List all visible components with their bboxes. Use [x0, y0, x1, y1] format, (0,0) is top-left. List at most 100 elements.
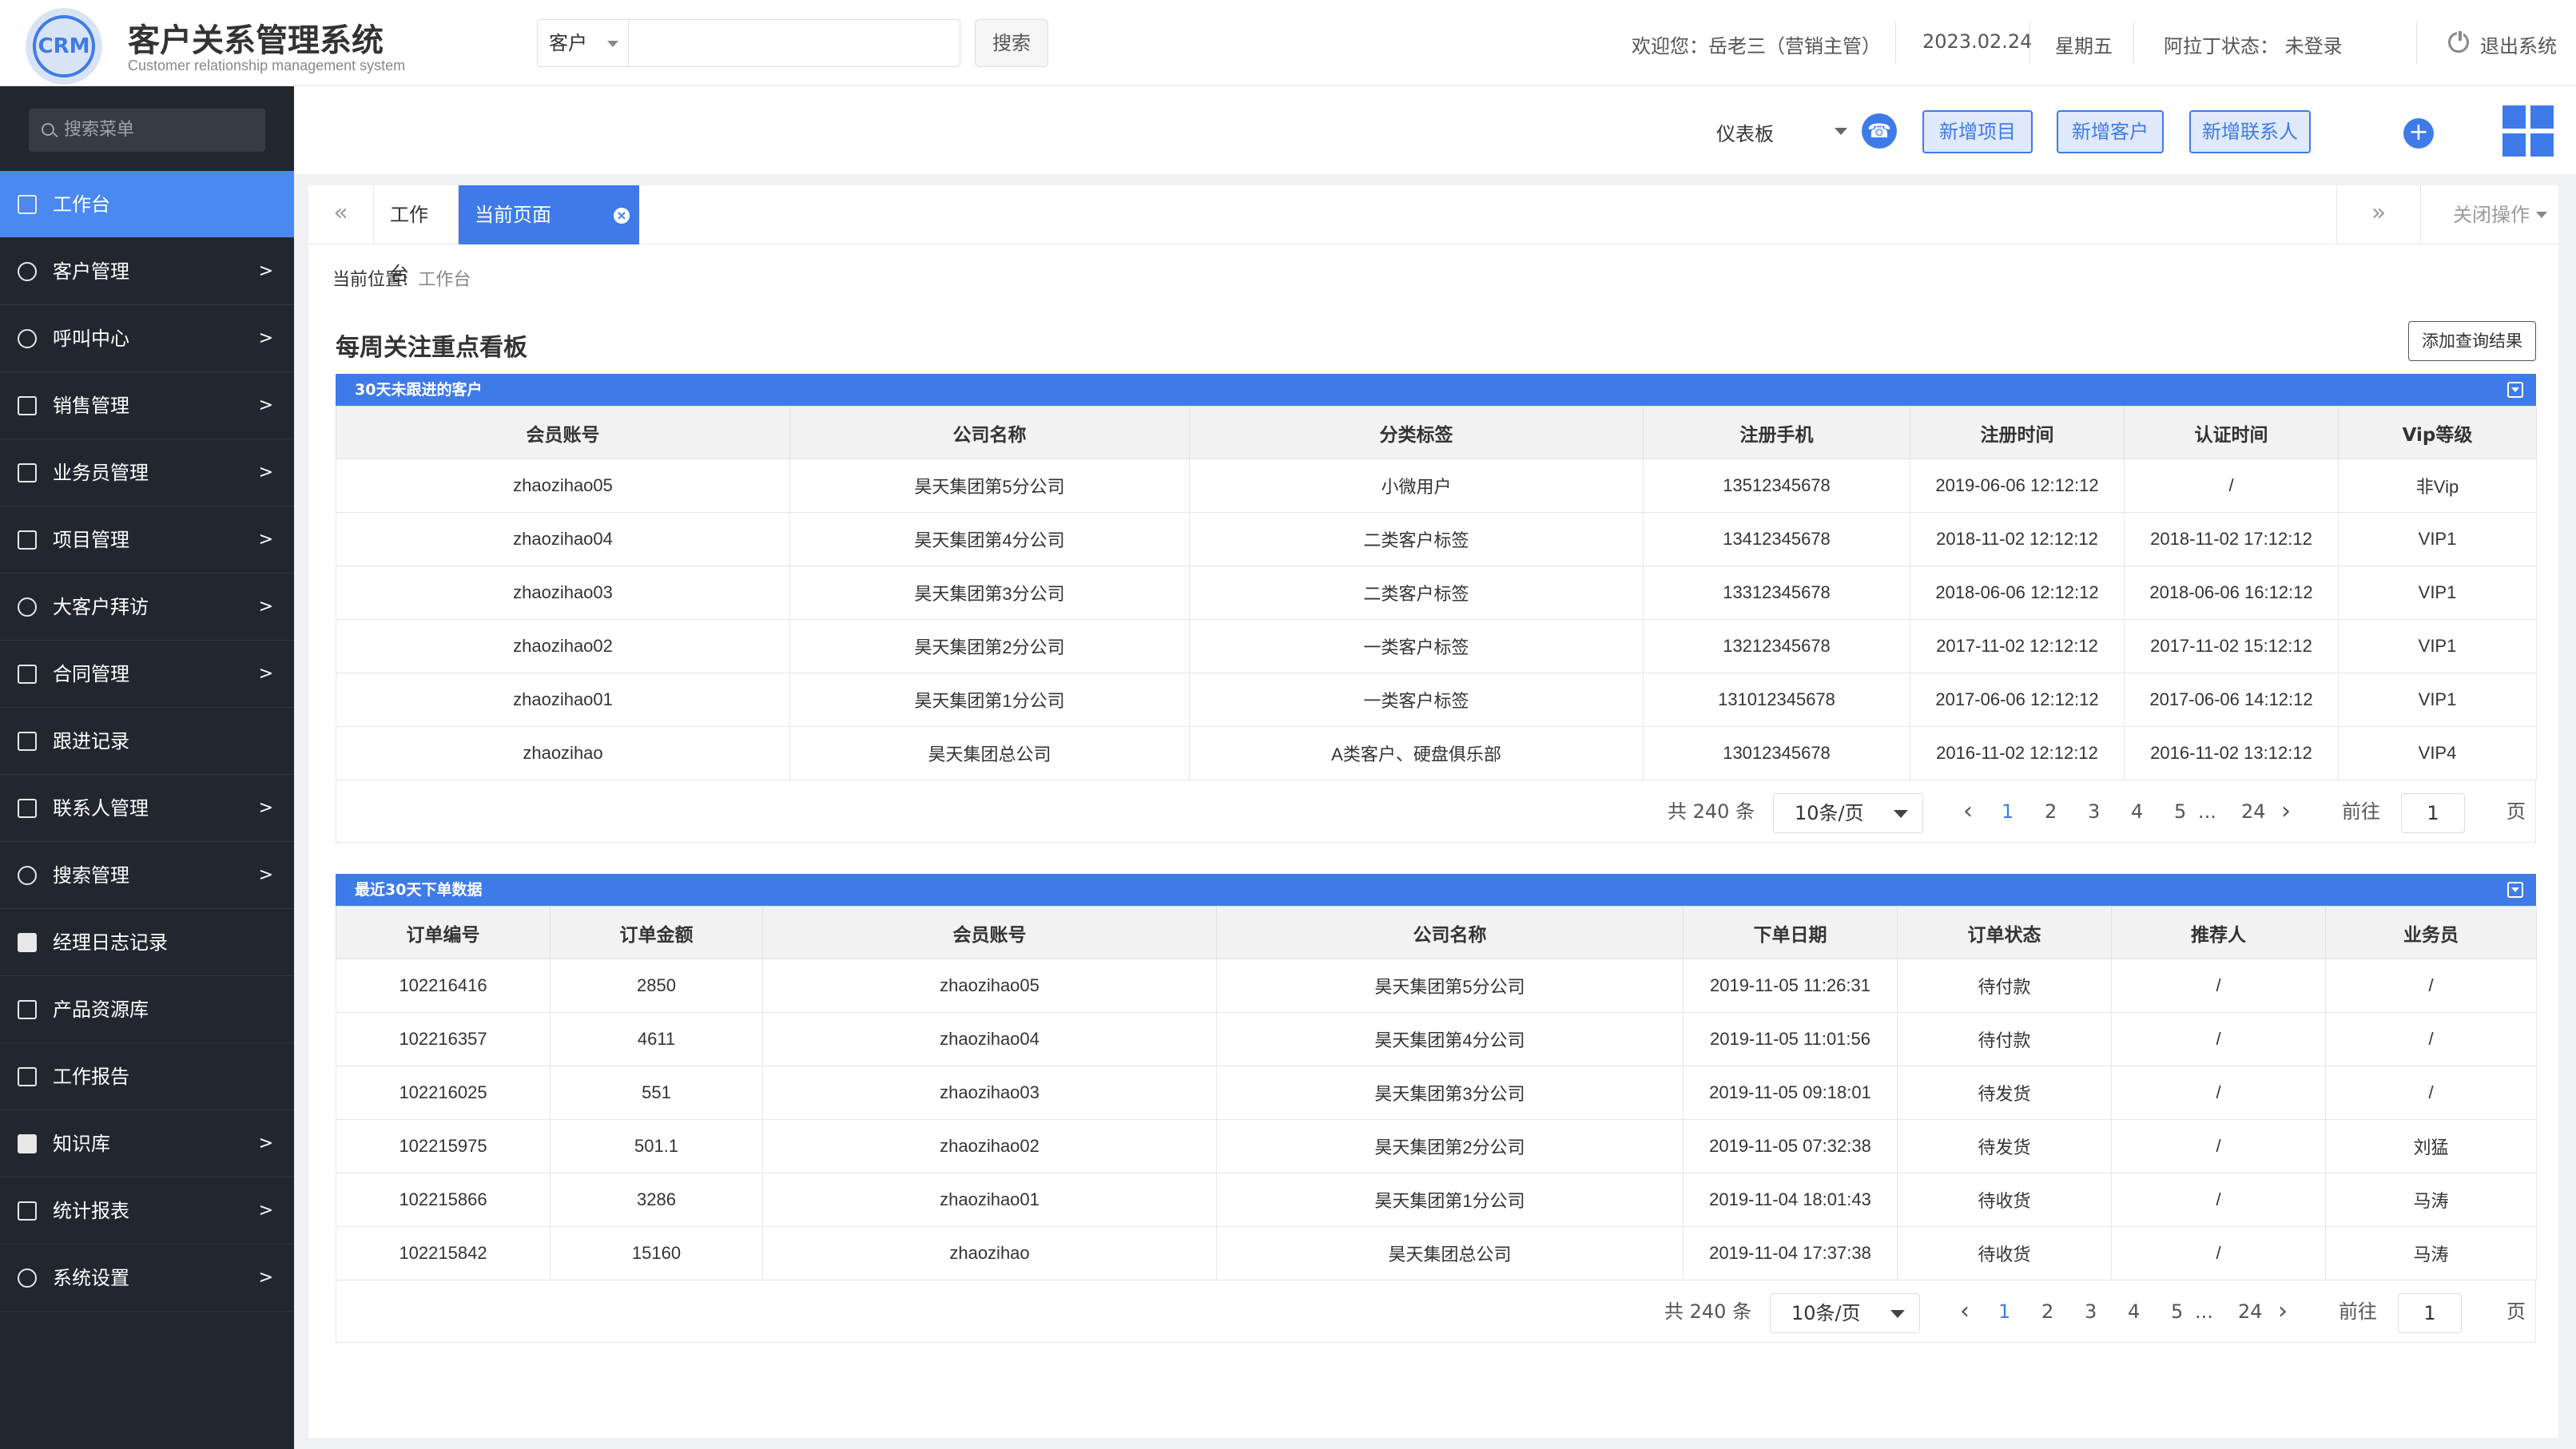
page-ellipsis[interactable]: ...	[2198, 780, 2216, 843]
caret-down-icon[interactable]	[1835, 128, 1847, 135]
column-header[interactable]: 分类标签	[1189, 406, 1644, 459]
dashboard-dropdown[interactable]: 仪表板	[1716, 118, 1774, 146]
header-search-input[interactable]	[628, 19, 960, 67]
add-contact-button[interactable]: 新增联系人	[2189, 110, 2311, 153]
column-header[interactable]: 订单状态	[1897, 906, 2112, 959]
sidebar-item-knowledge[interactable]: 知识库 >	[0, 1110, 294, 1177]
menu-search-placeholder: 搜索菜单	[64, 120, 135, 140]
table-cell: 马涛	[2325, 1226, 2537, 1280]
page-number[interactable]: 1	[2002, 780, 2013, 843]
column-header[interactable]: 会员账号	[762, 906, 1217, 959]
table-row[interactable]: 102216025 551 zhaozihao03 昊天集团第3分公司 2019-11-…	[336, 1066, 2537, 1120]
menu-search-input[interactable]: 搜索菜单	[29, 109, 265, 152]
sidebar-item-label: 销售管理	[53, 395, 129, 417]
page-number[interactable]: 24	[2238, 1280, 2263, 1343]
collapse-icon[interactable]	[2507, 882, 2523, 898]
column-header[interactable]: 订单编号	[336, 906, 551, 959]
sidebar-item-followup[interactable]: 跟进记录	[0, 708, 294, 775]
add-query-result-button[interactable]: 添加查询结果	[2408, 321, 2536, 361]
table-row[interactable]: zhaozihao04 昊天集团第4分公司 二类客户标签 13412345678 201…	[336, 512, 2537, 566]
column-header[interactable]: 公司名称	[1216, 906, 1684, 959]
page-number[interactable]: 24	[2241, 780, 2266, 843]
table-cell: 一类客户标签	[1189, 619, 1644, 673]
next-page-icon[interactable]: ›	[2281, 780, 2291, 843]
folder-icon	[18, 530, 37, 550]
sidebar-item-products[interactable]: 产品资源库	[0, 976, 294, 1043]
table-row[interactable]: zhaozihao03 昊天集团第3分公司 二类客户标签 13312345678 201…	[336, 566, 2537, 620]
prev-page-icon[interactable]: ‹	[1960, 1280, 1970, 1343]
column-header[interactable]: Vip等级	[2338, 406, 2537, 459]
apps-grid-icon[interactable]	[2502, 105, 2554, 157]
close-operations-dropdown[interactable]: 关闭操作	[2421, 185, 2558, 244]
sidebar-item-projects[interactable]: 项目管理 >	[0, 506, 294, 574]
column-header[interactable]: 公司名称	[789, 406, 1190, 459]
phone-icon[interactable]: ☎	[1862, 113, 1897, 149]
sidebar-item-sales[interactable]: 销售管理 >	[0, 372, 294, 439]
sidebar-item-label: 呼叫中心	[53, 328, 129, 350]
table-row[interactable]: 102216357 4611 zhaozihao04 昊天集团第4分公司 2019-11…	[336, 1012, 2537, 1066]
power-icon[interactable]	[2448, 30, 2469, 53]
sidebar-item-key-accounts[interactable]: 大客户拜访 >	[0, 574, 294, 641]
column-header[interactable]: 会员账号	[336, 406, 790, 459]
add-customer-button[interactable]: 新增客户	[2057, 110, 2164, 153]
page-number[interactable]: 4	[2128, 1280, 2140, 1343]
sidebar-item-workbench[interactable]: 工作台	[0, 171, 294, 238]
column-header[interactable]: 推荐人	[2111, 906, 2326, 959]
sidebar-item-manager-log[interactable]: 经理日志记录	[0, 909, 294, 976]
column-header[interactable]: 订单金额	[550, 906, 763, 959]
column-header[interactable]: 下单日期	[1683, 906, 1898, 959]
table-row[interactable]: zhaozihao02 昊天集团第2分公司 一类客户标签 13212345678 201…	[336, 619, 2537, 673]
next-page-icon[interactable]: ›	[2278, 1280, 2288, 1343]
tabs-scroll-left-icon[interactable]: «	[308, 185, 374, 244]
tab-workbench[interactable]: 工作台	[374, 185, 459, 285]
table-row[interactable]: zhaozihao01 昊天集团第1分公司 一类客户标签 131012345678 20…	[336, 673, 2537, 727]
page-size-select[interactable]: 10条/页	[1773, 793, 1923, 833]
page-number[interactable]: 2	[2041, 1280, 2053, 1343]
goto-page-input[interactable]: 1	[2401, 793, 2465, 833]
plus-icon[interactable]: +	[2403, 118, 2434, 149]
page-number[interactable]: 2	[2045, 780, 2057, 843]
page-size-select[interactable]: 10条/页	[1770, 1293, 1920, 1333]
collapse-icon[interactable]	[2507, 382, 2523, 398]
table-row[interactable]: 102215866 3286 zhaozihao01 昊天集团第1分公司 2019-11…	[336, 1173, 2537, 1227]
header-search-button[interactable]: 搜索	[975, 19, 1048, 67]
logout-link[interactable]: 退出系统	[2480, 30, 2557, 58]
chevron-right-icon: >	[258, 1133, 273, 1153]
sidebar-item-contacts[interactable]: 联系人管理 >	[0, 775, 294, 842]
close-icon[interactable]: ×	[614, 208, 630, 224]
page-ellipsis[interactable]: ...	[2195, 1280, 2213, 1343]
page-number[interactable]: 5	[2171, 1280, 2183, 1343]
column-header[interactable]: 注册时间	[1910, 406, 2125, 459]
table-row[interactable]: zhaozihao05 昊天集团第5分公司 小微用户 13512345678 2019-…	[336, 459, 2537, 513]
breadcrumb-current[interactable]: 工作台	[418, 270, 471, 290]
table-row[interactable]: 102215975 501.1 zhaozihao02 昊天集团第2分公司 2019-1…	[336, 1119, 2537, 1173]
search-type-select[interactable]: 客户	[537, 19, 628, 67]
column-header[interactable]: 注册手机	[1643, 406, 1910, 459]
sidebar-item-label: 工作台	[53, 193, 110, 216]
table-row[interactable]: 102215842 15160 zhaozihao 昊天集团总公司 2019-11-04…	[336, 1226, 2537, 1280]
table-row[interactable]: zhaozihao 昊天集团总公司 A类客户、硬盘俱乐部 13012345678 201…	[336, 726, 2537, 780]
table-cell: 昊天集团第5分公司	[1216, 959, 1684, 1013]
sidebar-item-settings[interactable]: 系统设置 >	[0, 1245, 294, 1312]
chevron-right-icon: >	[258, 462, 273, 482]
sidebar-item-search[interactable]: 搜索管理 >	[0, 842, 294, 909]
sidebar-item-customers[interactable]: 客户管理 >	[0, 238, 294, 305]
column-header[interactable]: 业务员	[2325, 906, 2537, 959]
column-header[interactable]: 认证时间	[2124, 406, 2339, 459]
prev-page-icon[interactable]: ‹	[1963, 780, 1973, 843]
page-number[interactable]: 5	[2174, 780, 2186, 843]
tab-current-page[interactable]: 当前页面 ×	[459, 185, 639, 244]
table-row[interactable]: 102216416 2850 zhaozihao05 昊天集团第5分公司 2019-11…	[336, 959, 2537, 1013]
sidebar-item-call-center[interactable]: 呼叫中心 >	[0, 305, 294, 372]
sidebar-item-salesperson[interactable]: 业务员管理 >	[0, 439, 294, 506]
page-number[interactable]: 3	[2085, 1280, 2097, 1343]
tabs-scroll-right-icon[interactable]: »	[2336, 185, 2421, 244]
page-number[interactable]: 4	[2131, 780, 2143, 843]
goto-page-input[interactable]: 1	[2398, 1293, 2462, 1333]
sidebar-item-statistics[interactable]: 统计报表 >	[0, 1177, 294, 1245]
page-number[interactable]: 1	[1998, 1280, 2010, 1343]
page-number[interactable]: 3	[2088, 780, 2100, 843]
sidebar-item-contracts[interactable]: 合同管理 >	[0, 641, 294, 708]
add-project-button[interactable]: 新增项目	[1922, 110, 2033, 153]
sidebar-item-reports[interactable]: 工作报告	[0, 1043, 294, 1110]
